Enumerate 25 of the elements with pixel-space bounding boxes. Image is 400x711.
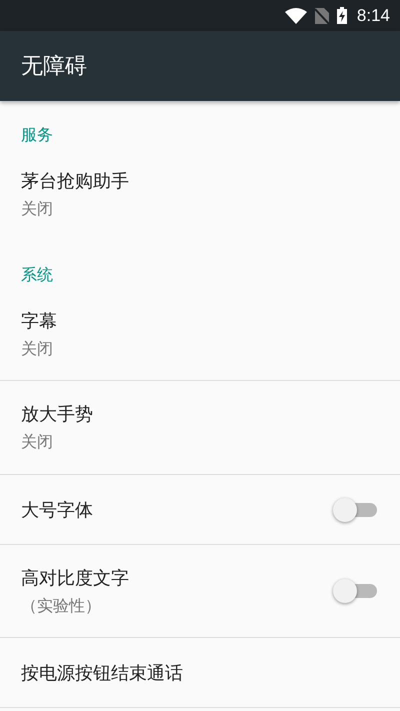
item-summary: （实验性）: [21, 596, 102, 616]
item-summary: 关闭: [21, 339, 54, 360]
settings-item[interactable]: 高对比度文字 （实验性）: [0, 545, 400, 638]
item-summary: 关闭: [21, 432, 54, 453]
settings-item[interactable]: 按电源按钮结束通话: [0, 638, 400, 708]
no-sim-icon: [314, 8, 329, 24]
item-title: 按电源按钮结束通话: [21, 662, 184, 684]
battery-charging-icon: [336, 7, 347, 24]
item-title: 字幕: [21, 310, 58, 333]
wifi-icon: [284, 8, 307, 24]
toggle-switch[interactable]: [333, 496, 379, 522]
settings-item[interactable]: 大号字体: [0, 475, 400, 545]
status-time: 8:14: [356, 6, 390, 26]
item-title: 放大手势: [21, 403, 94, 426]
item-title: 高对比度文字: [21, 566, 130, 590]
section-header: 服务: [20, 124, 54, 146]
item-title: 茅台抢购助手: [21, 170, 130, 193]
section-header: 系统: [20, 264, 54, 286]
item-title: 大号字体: [21, 498, 94, 522]
settings-item[interactable]: 字幕 关闭: [0, 301, 400, 381]
toolbar-title: 无障碍: [21, 53, 87, 81]
settings-item[interactable]: 茅台抢购助手 关闭: [0, 161, 400, 241]
toggle-switch[interactable]: [333, 578, 379, 604]
item-summary: 关闭: [21, 199, 54, 220]
settings-item[interactable]: 放大手势 关闭: [0, 381, 400, 475]
